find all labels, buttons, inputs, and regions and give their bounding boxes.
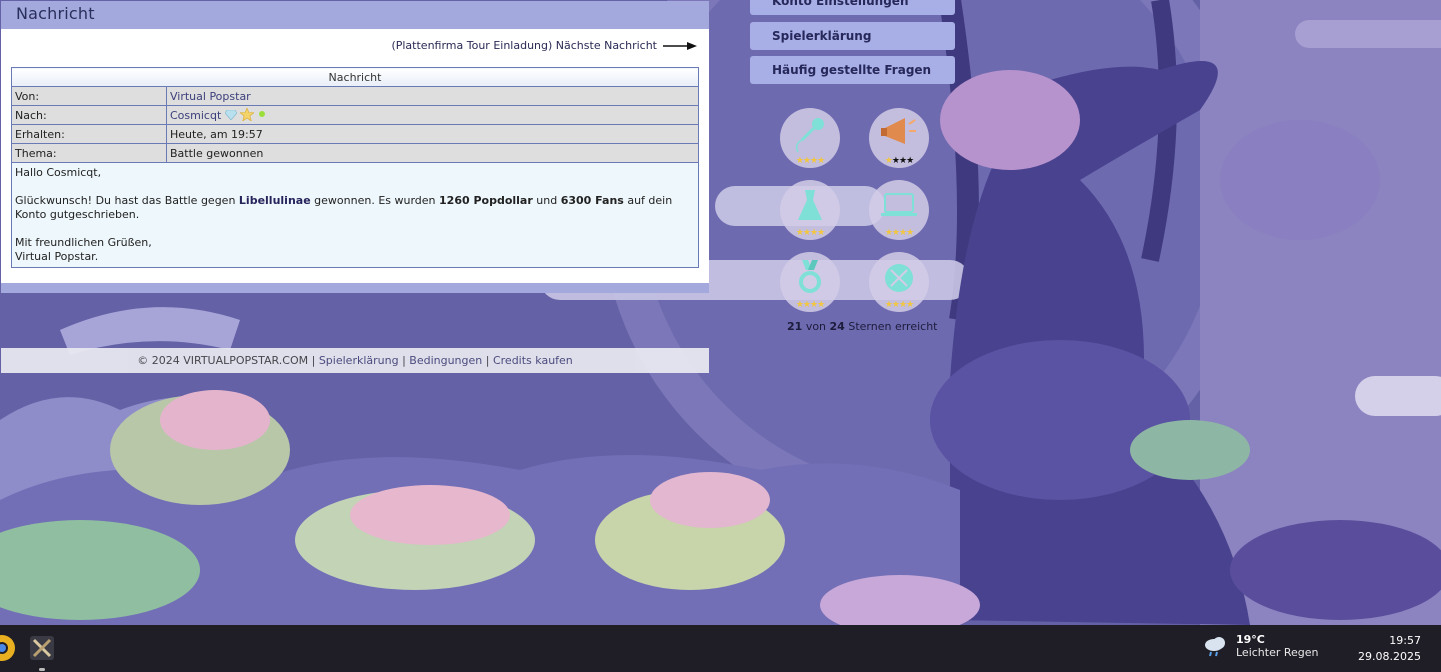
- opponent-link[interactable]: Libellulinae: [239, 194, 311, 207]
- star-filled-icon: ★: [906, 300, 914, 310]
- system-clock[interactable]: 19:57 29.08.2025: [1358, 633, 1421, 665]
- weather-temperature: 19°C: [1236, 633, 1265, 646]
- site-footer: © 2024 VIRTUALPOPSTAR.COM | Spielerkläru…: [1, 348, 709, 373]
- active-app-indicator: [39, 668, 45, 671]
- subject-label: Thema:: [11, 143, 167, 163]
- star-filled-icon: ★: [802, 300, 811, 310]
- badge-style[interactable]: ★★★★: [780, 180, 840, 240]
- footer-link-credits[interactable]: Credits kaufen: [493, 354, 573, 367]
- table-row-subject: Thema: Battle gewonnen: [11, 143, 699, 163]
- star-filled-icon: ★: [884, 228, 893, 238]
- clock-time: 19:57: [1389, 634, 1421, 647]
- badge-stars: ★★★★: [780, 228, 840, 238]
- cloud-rain-icon: [1205, 637, 1225, 657]
- star-filled-icon: ★: [884, 156, 893, 166]
- badge-explore[interactable]: ★★★★: [869, 252, 929, 312]
- body-text-1: Glückwunsch! Du hast das Battle gegen: [15, 194, 239, 207]
- footer-link-spielerklaerung[interactable]: Spielerklärung: [319, 354, 399, 367]
- stars-achieved: 21: [787, 320, 803, 333]
- badge-stars: ★★★★: [869, 156, 929, 166]
- star-filled-icon: ★: [884, 300, 893, 310]
- star-filled-icon: ★: [817, 300, 825, 310]
- message-table: Nachricht Von: Virtual Popstar Nach: Cos…: [11, 67, 699, 268]
- menu-faq[interactable]: Häufig gestellte Fragen: [750, 56, 955, 84]
- star-filled-icon: ★: [795, 228, 804, 238]
- crossed-tools-icon: [30, 636, 54, 660]
- clock-date: 29.08.2025: [1358, 650, 1421, 663]
- microphone-icon: [795, 118, 824, 153]
- subject-value: Battle gewonnen: [166, 143, 699, 163]
- to-label: Nach:: [11, 105, 167, 125]
- popdollar-amount: 1260 Popdollar: [439, 194, 533, 207]
- next-message-link[interactable]: (Plattenfirma Tour Einladung) Nächste Na…: [391, 39, 697, 52]
- received-label: Erhalten:: [11, 124, 167, 144]
- star-filled-icon: ★: [891, 228, 900, 238]
- table-row-received: Erhalten: Heute, am 19:57: [11, 124, 699, 144]
- message-panel: Nachricht (Plattenfirma Tour Einladung) …: [1, 1, 709, 293]
- footer-separator: |: [308, 354, 319, 367]
- online-dot-icon: [258, 111, 265, 117]
- table-row-from: Von: Virtual Popstar: [11, 86, 699, 106]
- star-filled-icon: ★: [891, 300, 900, 310]
- star-filled-icon: ★: [817, 228, 825, 238]
- dress-icon: [798, 190, 822, 220]
- chrome-icon: [0, 635, 15, 661]
- star-empty-icon: ★: [891, 156, 900, 166]
- recipient-link[interactable]: Cosmicqt: [170, 109, 221, 122]
- badge-online[interactable]: ★★★★: [869, 180, 929, 240]
- stars-progress: 21 von 24 Sternen erreicht: [787, 320, 937, 333]
- body-paragraph: Glückwunsch! Du hast das Battle gegen Li…: [15, 194, 695, 222]
- menu-account-settings[interactable]: Konto Einstellungen: [750, 0, 955, 15]
- stars-total: 24: [829, 320, 845, 333]
- received-value: Heute, am 19:57: [166, 124, 699, 144]
- from-label: Von:: [11, 86, 167, 106]
- copyright-text: © 2024 VIRTUALPOPSTAR.COM: [137, 354, 309, 367]
- star-filled-icon: ★: [802, 156, 811, 166]
- star-empty-icon: ★: [906, 156, 914, 166]
- closing-line-2: Virtual Popstar.: [15, 250, 99, 263]
- badge-stars: ★★★★: [869, 300, 929, 310]
- stars-suffix: Sternen erreicht: [848, 320, 938, 333]
- footer-link-bedingungen[interactable]: Bedingungen: [409, 354, 482, 367]
- diamond-icon: [224, 109, 238, 121]
- star-filled-icon: ★: [795, 156, 804, 166]
- badge-stars: ★★★★: [780, 156, 840, 166]
- badge-awards[interactable]: ★★★★: [780, 252, 840, 312]
- laptop-icon: [881, 193, 917, 216]
- weather-widget[interactable]: 19°C Leichter Regen: [1202, 633, 1319, 659]
- greeting-text: Hallo Cosmicqt,: [15, 166, 102, 179]
- arrow-right-icon: [663, 41, 697, 50]
- medal-icon: [799, 260, 821, 293]
- weather-description: Leichter Regen: [1236, 646, 1319, 659]
- star-filled-icon: ★: [795, 300, 804, 310]
- table-row-to: Nach: Cosmicqt: [11, 105, 699, 125]
- closing-line-1: Mit freundlichen Grüßen,: [15, 236, 152, 249]
- megaphone-icon: [881, 118, 916, 144]
- badge-singing[interactable]: ★★★★: [780, 108, 840, 168]
- compass-icon: [885, 264, 913, 292]
- badge-promotion[interactable]: ★★★★: [869, 108, 929, 168]
- body-text-2: gewonnen. Es wurden: [310, 194, 440, 207]
- sender-link[interactable]: Virtual Popstar: [170, 90, 251, 103]
- table-header: Nachricht: [11, 67, 699, 87]
- taskbar-browser-app[interactable]: [0, 632, 18, 664]
- panel-title: Nachricht: [1, 1, 709, 29]
- footer-separator: |: [482, 354, 493, 367]
- next-message-label[interactable]: (Plattenfirma Tour Einladung) Nächste Na…: [391, 39, 657, 52]
- menu-game-explanation[interactable]: Spielerklärung: [750, 22, 955, 50]
- star-icon: [239, 107, 256, 122]
- fans-amount: 6300 Fans: [560, 194, 624, 207]
- panel-footer-bar: [1, 283, 709, 293]
- message-body: Hallo Cosmicqt, Glückwunsch! Du hast das…: [11, 162, 699, 268]
- stars-of-word: von: [805, 320, 827, 333]
- star-filled-icon: ★: [906, 228, 914, 238]
- body-text-3: und: [532, 194, 561, 207]
- badge-stars: ★★★★: [869, 228, 929, 238]
- taskbar: 19°C Leichter Regen 19:57 29.08.2025: [0, 625, 1441, 672]
- taskbar-game-app[interactable]: [26, 632, 58, 671]
- badge-stars: ★★★★: [780, 300, 840, 310]
- star-filled-icon: ★: [817, 156, 825, 166]
- footer-separator: |: [398, 354, 410, 367]
- star-filled-icon: ★: [802, 228, 811, 238]
